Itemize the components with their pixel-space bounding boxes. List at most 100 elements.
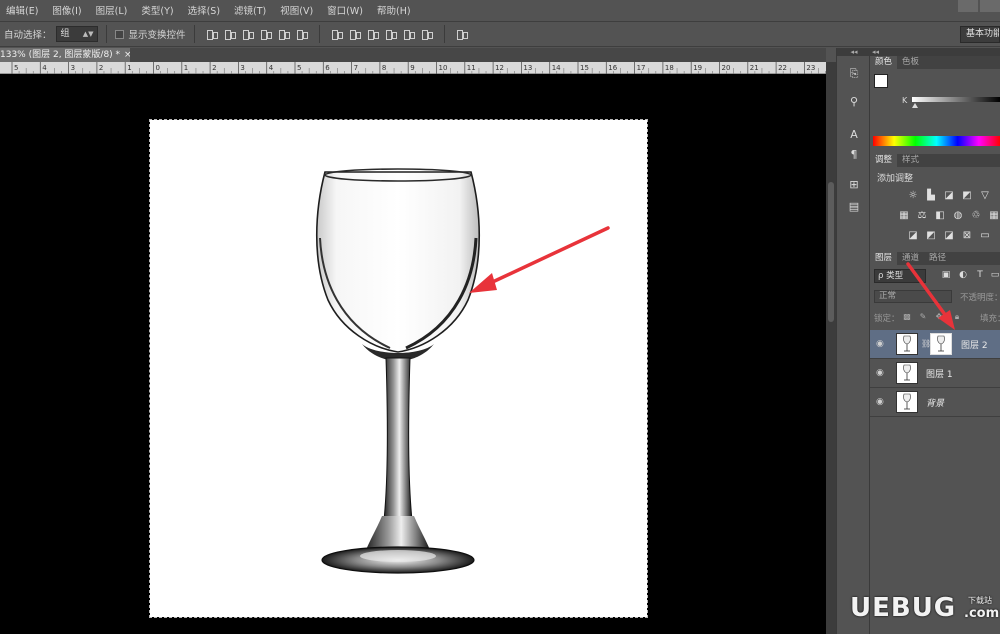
- selective-color-icon[interactable]: ⊠: [960, 230, 974, 242]
- distribute-hcenter-icon[interactable]: [402, 27, 416, 41]
- align-top-icon[interactable]: [205, 27, 219, 41]
- black-white-icon[interactable]: ◧: [933, 210, 947, 222]
- filter-type-icon[interactable]: T: [974, 269, 986, 282]
- workspace-switcher[interactable]: 基本功能: [960, 26, 1000, 43]
- menu-window[interactable]: 窗口(W): [321, 3, 371, 17]
- tab-color[interactable]: 颜色: [870, 56, 898, 69]
- filter-shape-icon[interactable]: ▭: [989, 269, 1000, 282]
- hsl-icon[interactable]: ▦: [897, 210, 911, 222]
- auto-select-dropdown[interactable]: 组 ▲▼: [55, 26, 98, 42]
- align-right-icon[interactable]: [295, 27, 309, 41]
- document-tab[interactable]: 133% (图层 2, 图层蒙版/8) * ×: [0, 48, 130, 62]
- lock-image-icon[interactable]: ✎: [918, 312, 928, 322]
- lock-transparent-icon[interactable]: ▩: [902, 312, 912, 322]
- foreground-color-swatch[interactable]: [874, 74, 888, 88]
- tool-presets-icon[interactable]: ⚲: [844, 93, 864, 111]
- color-spectrum[interactable]: [873, 136, 1000, 146]
- tab-swatches[interactable]: 色板: [897, 56, 924, 69]
- posterize-icon[interactable]: ◩: [924, 230, 938, 242]
- distribute-top-icon[interactable]: [330, 27, 344, 41]
- ruler-label: 7: [354, 64, 358, 72]
- brightness-icon[interactable]: ☼: [906, 190, 920, 202]
- distribute-vcenter-icon[interactable]: [348, 27, 362, 41]
- layer-name[interactable]: 背景: [926, 396, 944, 409]
- menu-edit[interactable]: 编辑(E): [0, 3, 46, 17]
- lock-position-icon[interactable]: ✥: [934, 312, 944, 322]
- canvas-scrollbar[interactable]: [826, 62, 836, 634]
- menu-help[interactable]: 帮助(H): [371, 3, 419, 17]
- document-canvas[interactable]: [149, 119, 648, 618]
- character-icon[interactable]: A: [844, 126, 864, 144]
- minimize-button[interactable]: [958, 0, 978, 12]
- distribute-right-icon[interactable]: [420, 27, 434, 41]
- ruler-ticks: 5 4 3 2 1 0 1 2 3 4 5 6 7 8 9 10 11 12 13 14 15 16 17 18 19 20 21 2…: [11, 62, 826, 74]
- photo-filter-icon[interactable]: ◍: [951, 210, 965, 222]
- k-slider-label: K: [902, 96, 908, 105]
- distribute-bottom-icon[interactable]: [366, 27, 380, 41]
- align-vcenter-icon[interactable]: [223, 27, 237, 41]
- menu-bar: 编辑(E) 图像(I) 图层(L) 类型(Y) 选择(S) 滤镜(T) 视图(V…: [0, 0, 1000, 20]
- menu-filter[interactable]: 滤镜(T): [228, 3, 274, 17]
- k-slider-thumb[interactable]: [912, 103, 918, 108]
- curves-icon[interactable]: ◪: [942, 190, 956, 202]
- align-bottom-icon[interactable]: [241, 27, 255, 41]
- menu-layer[interactable]: 图层(L): [90, 3, 136, 17]
- auto-align-icon[interactable]: [455, 27, 469, 41]
- restore-button[interactable]: [980, 0, 1000, 12]
- filter-adjustment-icon[interactable]: ◐: [957, 269, 969, 282]
- canvas-area[interactable]: [0, 74, 826, 634]
- menu-type[interactable]: 类型(Y): [135, 3, 181, 17]
- ruler-label: 20: [722, 64, 731, 72]
- layer-name[interactable]: 图层 1: [926, 367, 953, 380]
- mask-link-icon[interactable]: ⛓: [921, 339, 931, 349]
- info-icon[interactable]: ▤: [844, 198, 864, 216]
- watermark-main-text: UEBUG: [850, 593, 957, 623]
- layer-comps-icon[interactable]: ⊞: [844, 176, 864, 194]
- wine-glass-image: [315, 168, 481, 574]
- distribute-left-icon[interactable]: [384, 27, 398, 41]
- tab-paths[interactable]: 路径: [924, 252, 951, 265]
- collapse-panels-icon[interactable]: ◂◂: [870, 48, 1000, 56]
- channel-mixer-icon[interactable]: ♲: [969, 210, 983, 222]
- history-icon[interactable]: ⎘: [844, 65, 864, 83]
- align-hcenter-icon[interactable]: [277, 27, 291, 41]
- visibility-eye-icon[interactable]: ◉: [876, 397, 886, 407]
- scrollbar-thumb[interactable]: [828, 182, 834, 322]
- foreground-background-swatch[interactable]: [874, 74, 896, 96]
- ruler-label: 0: [156, 64, 160, 72]
- color-balance-icon[interactable]: ⚖: [915, 210, 929, 222]
- tab-adjustments[interactable]: 调整: [870, 154, 898, 167]
- layer-filter-dropdown[interactable]: ρ 类型: [874, 269, 926, 283]
- levels-icon[interactable]: ▙: [924, 190, 938, 202]
- tab-channels[interactable]: 通道: [897, 252, 924, 265]
- lock-all-icon[interactable]: 🔒︎: [952, 312, 962, 322]
- invert-icon[interactable]: ◪: [906, 230, 920, 242]
- layer-row-2[interactable]: ◉ ⛓ 图层 2: [870, 330, 1000, 359]
- tab-styles[interactable]: 样式: [897, 154, 924, 167]
- layer-mask-thumbnail[interactable]: [930, 333, 952, 355]
- layer-row-background[interactable]: ◉ 背景: [870, 388, 1000, 417]
- blend-mode-dropdown[interactable]: 正常: [874, 290, 952, 303]
- threshold-icon[interactable]: ◪: [942, 230, 956, 242]
- align-left-icon[interactable]: [259, 27, 273, 41]
- layer-name[interactable]: 图层 2: [961, 338, 988, 351]
- paragraph-icon[interactable]: ¶: [844, 146, 864, 164]
- k-slider[interactable]: [912, 97, 1000, 102]
- vibrance-triangle-icon[interactable]: ▽: [978, 190, 992, 202]
- color-lookup-icon[interactable]: ▦: [987, 210, 1000, 222]
- layer-row-1[interactable]: ◉ 图层 1: [870, 359, 1000, 388]
- show-transform-checkbox[interactable]: [114, 29, 124, 39]
- menu-image[interactable]: 图像(I): [46, 3, 89, 17]
- panel-icon-column: ◂◂ ⎘ ⚲ A ¶ ⊞ ▤: [836, 48, 871, 634]
- tab-layers[interactable]: 图层: [870, 252, 898, 265]
- visibility-eye-icon[interactable]: ◉: [876, 339, 886, 349]
- exposure-icon[interactable]: ◩: [960, 190, 974, 202]
- collapse-panel-icon[interactable]: ◂◂: [837, 48, 871, 56]
- visibility-eye-icon[interactable]: ◉: [876, 368, 886, 378]
- divider: [193, 25, 195, 43]
- menu-select[interactable]: 选择(S): [182, 3, 228, 17]
- filter-pixel-icon[interactable]: ▣: [940, 269, 952, 282]
- ruler-label: 13: [523, 64, 532, 72]
- gradient-map-icon[interactable]: ▭: [978, 230, 992, 242]
- menu-view[interactable]: 视图(V): [274, 3, 321, 17]
